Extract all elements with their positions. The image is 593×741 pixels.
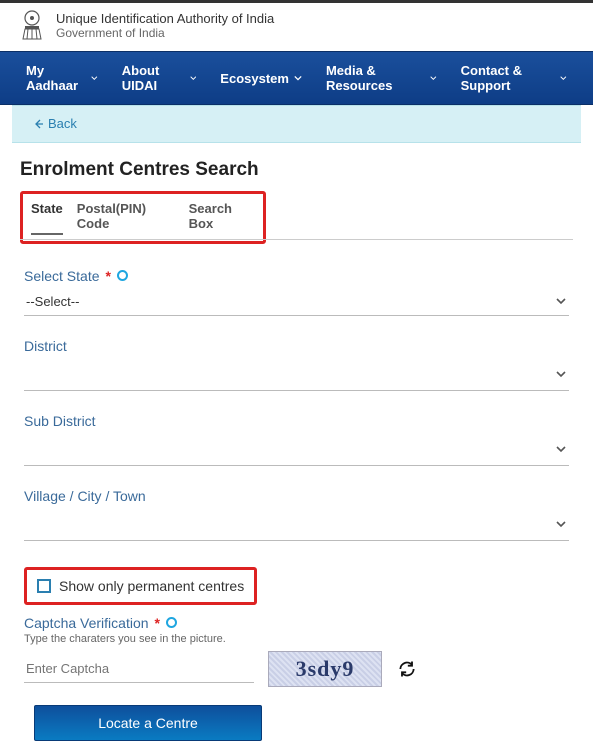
label-subdistrict: Sub District [24, 413, 569, 429]
tab-search-box[interactable]: Search Box [189, 201, 255, 235]
label-text: Select State [24, 268, 100, 284]
page-title: Enrolment Centres Search [0, 143, 593, 191]
site-header: Unique Identification Authority of India… [0, 3, 593, 51]
label-vct: Village / City / Town [24, 488, 569, 504]
arrow-left-icon [34, 119, 44, 129]
captcha-row: 3sdy9 [24, 651, 569, 687]
main-nav: My Aadhaar About UIDAI Ecosystem Media &… [0, 51, 593, 105]
checkbox-label: Show only permanent centres [59, 578, 244, 594]
tab-pin-code[interactable]: Postal(PIN) Code [77, 201, 175, 235]
captcha-hint: Type the charaters you see in the pictur… [24, 633, 569, 645]
chevron-down-icon [294, 74, 302, 82]
chevron-down-icon [91, 74, 98, 82]
select-district[interactable] [24, 358, 569, 391]
nav-label: Contact & Support [461, 63, 556, 93]
required-icon: * [155, 615, 160, 631]
checkbox-icon [37, 579, 51, 593]
refresh-captcha-button[interactable] [396, 658, 418, 680]
refresh-icon [397, 659, 417, 679]
search-tabs: State Postal(PIN) Code Search Box [25, 197, 261, 241]
help-icon[interactable] [166, 617, 177, 628]
tabs-highlight-box: State Postal(PIN) Code Search Box [20, 191, 266, 244]
org-name: Unique Identification Authority of India [56, 11, 274, 26]
select-state[interactable]: --Select-- [24, 288, 569, 316]
chevron-down-icon [555, 443, 567, 455]
select-value: --Select-- [26, 294, 79, 309]
captcha-section: Captcha Verification * Type the charater… [24, 615, 569, 687]
back-link[interactable]: Back [34, 116, 77, 131]
label-text: Sub District [24, 413, 96, 429]
nav-my-aadhaar[interactable]: My Aadhaar [14, 52, 110, 104]
checkbox-permanent-only[interactable]: Show only permanent centres [24, 567, 257, 605]
chevron-down-icon [430, 74, 437, 82]
help-icon[interactable] [117, 270, 128, 281]
select-subdistrict[interactable] [24, 433, 569, 466]
nav-contact-support[interactable]: Contact & Support [449, 52, 579, 104]
search-form: Select State * --Select-- District Sub D… [0, 240, 593, 741]
permanent-highlight-box: Show only permanent centres [24, 563, 569, 605]
nav-label: Ecosystem [220, 71, 289, 86]
locate-centre-button[interactable]: Locate a Centre [34, 705, 262, 741]
label-text: Village / City / Town [24, 488, 146, 504]
chevron-down-icon [555, 368, 567, 380]
emblem-icon [18, 9, 46, 41]
captcha-image: 3sdy9 [268, 651, 382, 687]
label-text: Captcha Verification [24, 615, 149, 631]
captcha-input[interactable] [26, 661, 252, 676]
field-district: District [24, 338, 569, 391]
field-vct: Village / City / Town [24, 488, 569, 541]
chevron-down-icon [555, 518, 567, 530]
chevron-down-icon [560, 74, 567, 82]
nav-label: About UIDAI [122, 63, 185, 93]
nav-label: My Aadhaar [26, 63, 86, 93]
tab-state[interactable]: State [31, 201, 63, 235]
field-state: Select State * --Select-- [24, 268, 569, 316]
label-text: District [24, 338, 67, 354]
required-icon: * [106, 268, 111, 284]
nav-media-resources[interactable]: Media & Resources [314, 52, 449, 104]
nav-label: Media & Resources [326, 63, 425, 93]
back-bar: Back [12, 105, 581, 143]
field-subdistrict: Sub District [24, 413, 569, 466]
gov-line: Government of India [56, 26, 274, 40]
back-label: Back [48, 116, 77, 131]
nav-about-uidai[interactable]: About UIDAI [110, 52, 209, 104]
nav-ecosystem[interactable]: Ecosystem [208, 52, 314, 104]
label-captcha: Captcha Verification * [24, 615, 569, 631]
captcha-input-wrap [24, 655, 254, 683]
chevron-down-icon [190, 74, 197, 82]
select-vct[interactable] [24, 508, 569, 541]
label-state: Select State * [24, 268, 569, 284]
label-district: District [24, 338, 569, 354]
chevron-down-icon [555, 295, 567, 307]
